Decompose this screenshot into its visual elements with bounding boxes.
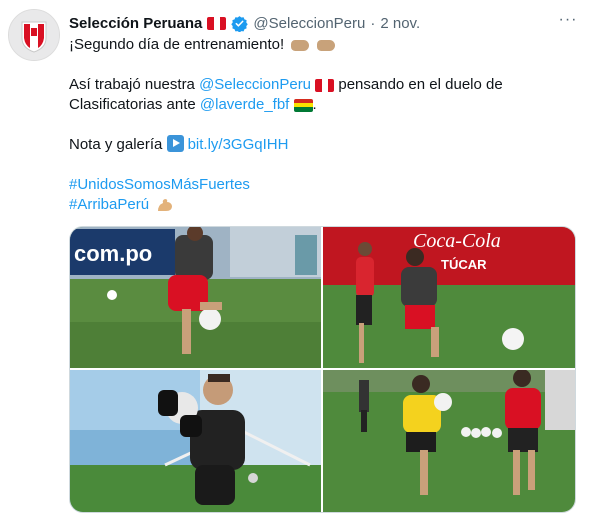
text-line-2-prefix: Así trabajó nuestra [69, 76, 200, 93]
hashtag-arribaperu[interactable]: #ArribaPerú [69, 196, 149, 213]
text-line-3-prefix: Clasificatorias ante [69, 96, 200, 113]
author-handle[interactable]: @SeleccionPeru [253, 15, 365, 32]
gallery-photo-1[interactable]: com.po [70, 227, 321, 368]
bolivia-flag-icon [293, 98, 313, 112]
peru-flag-icon [315, 78, 335, 92]
more-options-icon[interactable]: ··· [558, 12, 578, 32]
flexed-biceps-emoji-icon [158, 199, 173, 212]
text-line-3-suffix: . [312, 96, 317, 113]
separator: · [370, 14, 376, 32]
gallery-photo-3[interactable] [70, 370, 321, 512]
verified-badge-icon [231, 15, 249, 32]
gallery-link[interactable]: bit.ly/3GGqIHH [188, 136, 289, 153]
mention-laverde-fbf[interactable]: @laverde_fbf [200, 96, 289, 113]
avatar[interactable] [8, 9, 60, 61]
mention-seleccionperu[interactable]: @SeleccionPeru [199, 76, 311, 93]
photo1-banner-text: com.po [74, 241, 152, 266]
peru-crest-icon [9, 10, 59, 60]
photo2-banner-sub: TÚCAR [441, 257, 487, 272]
goalkeeper-image [70, 370, 321, 512]
gallery-photo-2[interactable]: Coca-Cola TÚCAR [323, 227, 575, 368]
photo-gallery[interactable]: com.po Coca-Cola TÚCAR [69, 226, 576, 513]
author-name[interactable]: Selección Peruana [69, 15, 202, 32]
text-line-2-suffix: pensando en el duelo de [334, 76, 503, 93]
players-drill-image [323, 370, 575, 512]
peru-flag-icon [207, 16, 227, 30]
text-line-4-prefix: Nota y galería [69, 136, 167, 153]
gallery-photo-4[interactable] [323, 370, 575, 512]
fist-bump-emoji-icon [316, 39, 335, 51]
text-line-1: ¡Segundo día de entrenamiento! [69, 36, 285, 53]
photo2-banner-text: Coca-Cola [413, 230, 501, 252]
play-button-emoji-icon [166, 135, 184, 152]
player-volley-image: com.po [70, 227, 321, 368]
tweet-card[interactable]: Selección Peruana @SeleccionPeru · 2 nov… [0, 0, 600, 523]
hashtag-unidos[interactable]: #UnidosSomosMásFuertes [69, 176, 250, 193]
players-training-image: Coca-Cola TÚCAR [323, 227, 575, 368]
tweet-header: Selección Peruana @SeleccionPeru · 2 nov… [69, 12, 560, 34]
tweet-date[interactable]: 2 nov. [380, 15, 420, 32]
fist-bump-emoji-icon [291, 39, 310, 51]
